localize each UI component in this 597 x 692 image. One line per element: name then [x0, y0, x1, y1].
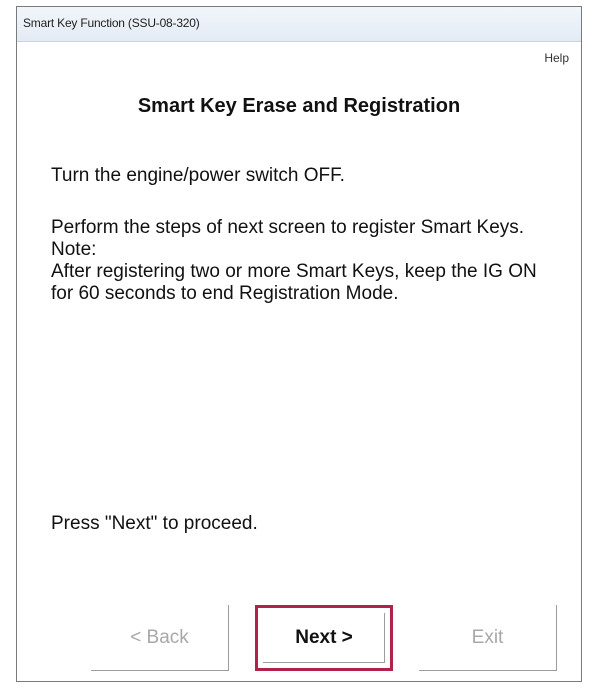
proceed-instruction: Press "Next" to proceed. — [51, 513, 258, 534]
instruction-register: Perform the steps of next screen to regi… — [51, 217, 525, 238]
smart-key-dialog: Smart Key Function (SSU-08-320) Help Sma… — [16, 6, 582, 682]
instruction-switch-off: Turn the engine/power switch OFF. — [51, 165, 345, 186]
exit-button-label: Exit — [471, 626, 504, 648]
next-button[interactable]: Next > — [255, 605, 393, 671]
next-button-label: Next > — [295, 627, 353, 648]
help-link[interactable]: Help — [544, 51, 569, 65]
exit-button[interactable]: Exit — [419, 605, 557, 671]
note-text: After registering two or more Smart Keys… — [51, 261, 537, 304]
back-button-label: < Back — [130, 626, 189, 648]
back-button[interactable]: < Back — [91, 605, 229, 671]
instruction-paragraph: Perform the steps of next screen to regi… — [51, 217, 561, 305]
note-label: Note: — [51, 239, 97, 260]
title-bar: Smart Key Function (SSU-08-320) — [17, 7, 581, 42]
page-title: Smart Key Erase and Registration — [137, 95, 461, 117]
window-title: Smart Key Function (SSU-08-320) — [23, 16, 200, 30]
